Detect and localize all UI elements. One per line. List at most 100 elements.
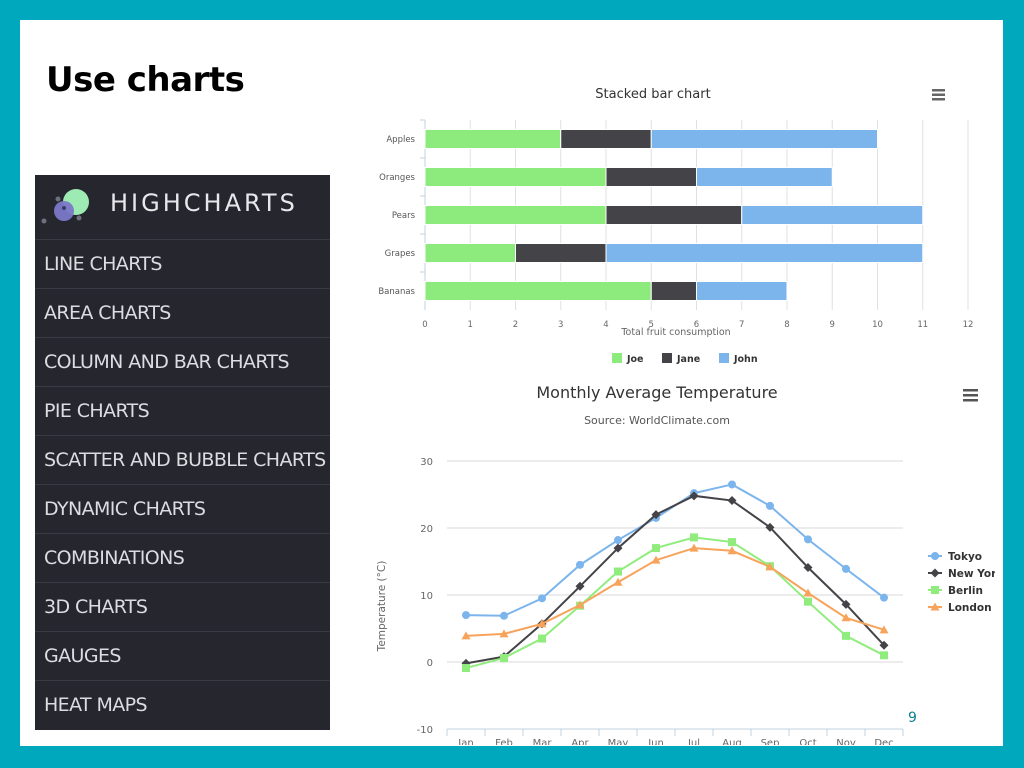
menu-item-gauges[interactable]: GAUGES [35,632,330,681]
data-point-berlin[interactable] [614,567,622,576]
legend-item-john[interactable]: John [719,353,758,365]
legend-item-berlin[interactable]: Berlin [928,585,983,597]
bar-segment-jane-pears[interactable] [605,205,743,225]
menu-item-area-charts[interactable]: AREA CHARTS [35,289,330,338]
series-tokyo [462,480,888,620]
bar-segment-joe-grapes[interactable] [424,243,516,263]
series-london [461,543,889,640]
bar-x-tick-label: 1 [468,320,473,330]
bar-x-axis-title: Total fruit consumption [620,327,730,338]
bar-x-tick-label: 8 [784,320,789,330]
line-x-tick-label: Apr [571,738,589,745]
legend-item-jane[interactable]: Jane [662,353,700,365]
data-point-tokyo[interactable] [538,594,546,603]
bar-segment-john-apples[interactable] [650,129,878,149]
highcharts-panel: HIGHCHARTS LINE CHARTS AREA CHARTS COLUM… [35,175,330,730]
line-chart-title: Monthly Average Temperature [536,383,777,402]
data-point-berlin[interactable] [880,651,888,660]
data-point-tokyo[interactable] [576,560,584,569]
bar-segment-john-grapes[interactable] [605,243,924,263]
data-point-berlin[interactable] [652,544,660,553]
menu-item-line-charts[interactable]: LINE CHARTS [35,240,330,289]
menu-item-heat-maps[interactable]: HEAT MAPS [35,681,330,729]
line-chart-svg: Monthly Average Temperature Source: Worl… [376,383,1004,749]
line-x-tick-label: Jul [687,738,700,745]
highcharts-menu: LINE CHARTS AREA CHARTS COLUMN AND BAR C… [35,240,330,729]
data-point-london[interactable] [613,577,623,586]
legend-marker-icon[interactable] [931,586,939,594]
bar-x-tick-label: 10 [872,320,883,330]
legend-swatch [662,353,672,363]
bar-x-tick-label: 4 [603,320,608,330]
highcharts-logo: HIGHCHARTS [35,175,330,240]
series-line-new-york[interactable] [465,494,885,665]
data-point-tokyo[interactable] [614,536,622,545]
bar-x-tick-label: 3 [558,320,563,330]
bar-segment-john-bananas[interactable] [696,281,788,301]
data-point-tokyo[interactable] [766,501,774,510]
hamburger-menu-icon[interactable] [932,89,945,101]
menu-item-scatter-bubble-charts[interactable]: SCATTER AND BUBBLE CHARTS [35,436,330,485]
bar-x-tick-label: 7 [739,320,744,330]
data-point-berlin[interactable] [690,533,698,542]
line-x-tick-label: Sep [761,738,780,745]
line-x-tick-label: May [608,738,629,745]
line-y-tick-label: 10 [420,591,433,602]
bar-x-tick-label: 11 [917,320,928,330]
data-point-london[interactable] [841,613,851,622]
bar-segment-jane-grapes[interactable] [515,243,607,263]
menu-item-dynamic-charts[interactable]: DYNAMIC CHARTS [35,485,330,534]
legend-marker-icon[interactable] [930,568,940,578]
menu-item-combinations[interactable]: COMBINATIONS [35,534,330,583]
bar-category-label: Grapes [385,249,416,259]
data-point-tokyo[interactable] [842,564,850,573]
bar-segment-joe-oranges[interactable] [424,167,607,187]
data-point-berlin[interactable] [842,631,850,640]
legend-item-london[interactable]: London [928,602,992,614]
data-point-tokyo[interactable] [728,480,736,489]
data-point-tokyo[interactable] [462,611,470,620]
data-point-berlin[interactable] [728,538,736,547]
line-chart: Monthly Average Temperature Source: Worl… [365,375,1004,750]
data-point-tokyo[interactable] [804,535,812,544]
menu-item-3d-charts[interactable]: 3D CHARTS [35,583,330,632]
data-point-berlin[interactable] [500,653,508,662]
menu-item-column-bar-charts[interactable]: COLUMN AND BAR CHARTS [35,338,330,387]
bar-segment-john-oranges[interactable] [696,167,833,187]
legend-marker-icon[interactable] [931,552,939,560]
data-point-berlin[interactable] [804,597,812,606]
line-x-tick-label: Oct [799,738,816,745]
line-x-tick-label: Aug [722,738,742,745]
bar-segment-jane-oranges[interactable] [605,167,697,187]
line-x-tick-label: Feb [495,738,513,745]
legend-item-tokyo[interactable]: Tokyo [928,551,982,563]
bar-segment-jane-bananas[interactable] [650,281,697,301]
legend-item-new-york[interactable]: New York [928,568,1004,580]
legend-swatch [719,353,729,363]
series-line-london[interactable] [465,547,885,637]
series-new-york [461,491,889,668]
bar-segment-jane-apples[interactable] [560,129,652,149]
line-y-tick-label: 20 [420,524,433,535]
line-x-tick-label: Jan [457,738,473,745]
data-point-tokyo[interactable] [500,611,508,620]
hamburger-menu-icon[interactable] [963,389,978,402]
bar-x-tick-label: 0 [422,320,427,330]
legend-label: New York [948,568,995,580]
menu-item-pie-charts[interactable]: PIE CHARTS [35,387,330,436]
bar-category-label: Oranges [379,173,415,183]
bar-chart-title: Stacked bar chart [595,87,710,102]
legend-item-joe[interactable]: Joe [612,353,644,365]
bar-segment-joe-pears[interactable] [424,205,607,225]
bar-x-tick-label: 12 [963,320,974,330]
legend-label: Tokyo [948,551,982,563]
line-y-tick-label: 0 [427,658,433,669]
data-point-berlin[interactable] [538,634,546,643]
bar-segment-john-pears[interactable] [741,205,924,225]
bar-segment-joe-bananas[interactable] [424,281,652,301]
legend-label: Joe [626,354,644,365]
data-point-berlin[interactable] [462,664,470,673]
legend-label: John [733,354,758,365]
bar-segment-joe-apples[interactable] [424,129,562,149]
data-point-tokyo[interactable] [880,593,888,602]
